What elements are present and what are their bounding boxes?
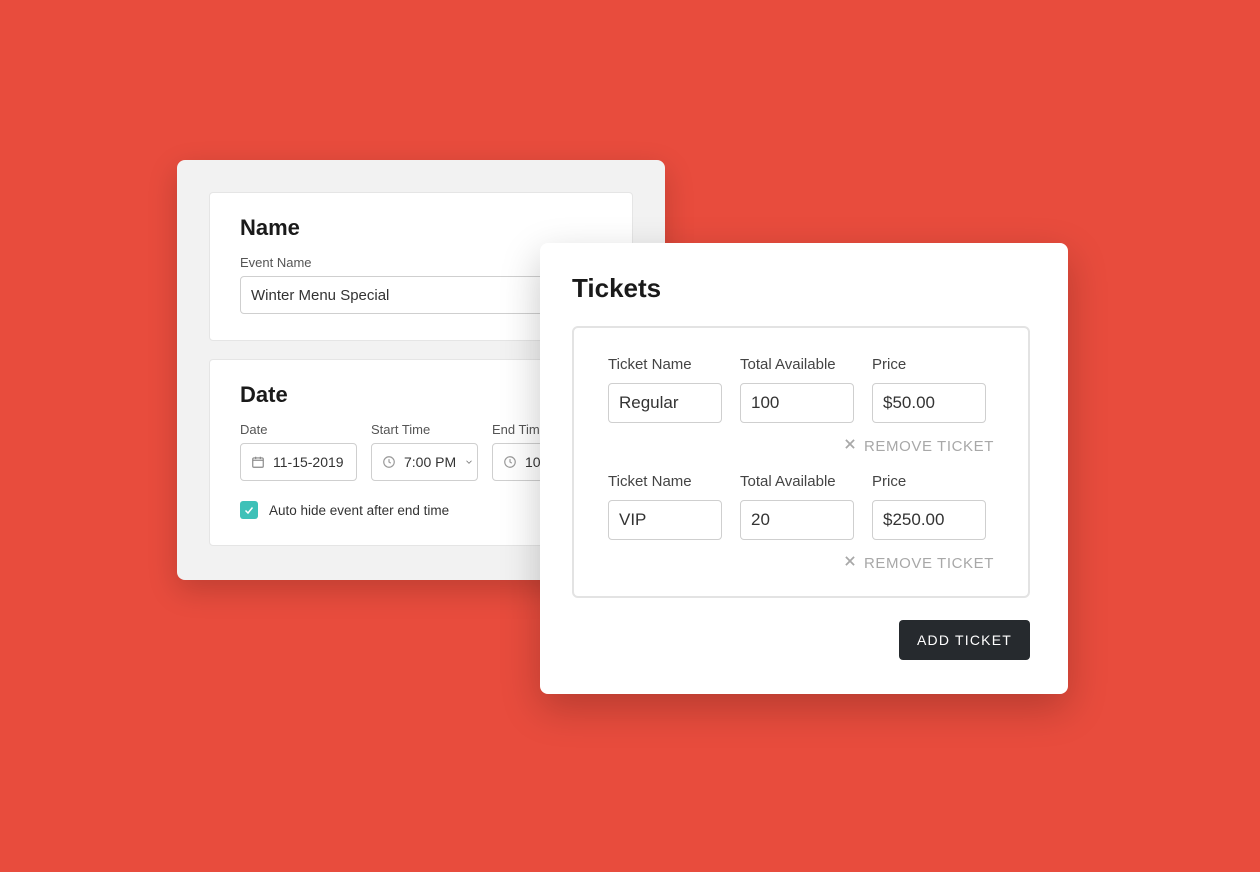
ticket-name-label: Ticket Name [608, 473, 722, 490]
start-time-value: 7:00 PM [404, 454, 456, 470]
ticket-avail-label: Total Available [740, 473, 854, 490]
remove-ticket-label: REMOVE TICKET [864, 555, 994, 572]
clock-icon [382, 455, 396, 469]
ticket-name-col: Ticket Name [608, 356, 722, 423]
ticket-price-label: Price [872, 356, 986, 373]
date-input[interactable]: 11-15-2019 [240, 443, 357, 481]
remove-ticket-button[interactable]: REMOVE TICKET [608, 437, 994, 455]
ticket-name-input[interactable] [608, 500, 722, 540]
remove-ticket-label: REMOVE TICKET [864, 438, 994, 455]
ticket-price-label: Price [872, 473, 986, 490]
ticket-name-col: Ticket Name [608, 473, 722, 540]
date-value: 11-15-2019 [273, 454, 344, 470]
close-icon [843, 554, 857, 572]
end-time-value: 10 [525, 454, 541, 470]
tickets-title: Tickets [572, 273, 1030, 304]
tickets-box: Ticket Name Total Available Price REMOVE… [572, 326, 1030, 598]
start-time-field: Start Time 7:00 PM [371, 422, 478, 481]
ticket-avail-col: Total Available [740, 356, 854, 423]
ticket-avail-label: Total Available [740, 356, 854, 373]
date-label: Date [240, 422, 357, 437]
date-field: Date 11-15-2019 [240, 422, 357, 481]
start-time-input[interactable]: 7:00 PM [371, 443, 478, 481]
ticket-avail-input[interactable] [740, 383, 854, 423]
auto-hide-checkbox[interactable] [240, 501, 258, 519]
add-ticket-button[interactable]: ADD TICKET [899, 620, 1030, 660]
ticket-price-input[interactable] [872, 383, 986, 423]
ticket-price-col: Price [872, 473, 986, 540]
ticket-avail-col: Total Available [740, 473, 854, 540]
calendar-icon [251, 455, 265, 469]
start-time-label: Start Time [371, 422, 478, 437]
ticket-row: Ticket Name Total Available Price [608, 356, 994, 423]
ticket-name-label: Ticket Name [608, 356, 722, 373]
tickets-panel: Tickets Ticket Name Total Available Pric… [540, 243, 1068, 694]
ticket-name-input[interactable] [608, 383, 722, 423]
add-ticket-row: ADD TICKET [572, 620, 1030, 660]
auto-hide-label: Auto hide event after end time [269, 503, 449, 518]
remove-ticket-button[interactable]: REMOVE TICKET [608, 554, 994, 572]
ticket-avail-input[interactable] [740, 500, 854, 540]
ticket-price-col: Price [872, 356, 986, 423]
chevron-down-icon [464, 457, 474, 467]
ticket-price-input[interactable] [872, 500, 986, 540]
name-section-title: Name [240, 215, 602, 241]
ticket-row: Ticket Name Total Available Price [608, 473, 994, 540]
clock-icon [503, 455, 517, 469]
close-icon [843, 437, 857, 455]
